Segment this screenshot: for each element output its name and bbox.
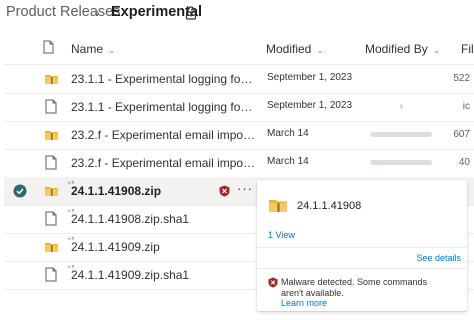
file-size: 522 <box>453 73 470 84</box>
file-icon <box>45 211 57 226</box>
modified-date: March 14 <box>267 128 309 139</box>
table-row[interactable]: 23.2.f - Experimental email import for 2… <box>4 121 474 150</box>
malware-shield-icon <box>268 277 278 288</box>
table-row[interactable]: 23.1.1 - Experimental logging for 27916.… <box>4 93 474 122</box>
file-hover-card: 24.1.1.41908 1 View See details Malware … <box>257 180 467 311</box>
modified-by-redacted <box>370 160 432 165</box>
card-title: 24.1.1.41908 <box>297 200 362 212</box>
file-name[interactable]: 23.1.1 - Experimental logging for 27916.… <box>71 100 256 114</box>
card-divider <box>257 268 467 269</box>
column-header-file-size[interactable]: Fil <box>461 42 474 56</box>
column-header-modified[interactable]: Modified ⌄ <box>266 42 324 56</box>
lock-icon <box>185 6 197 20</box>
table-row[interactable]: 23.2.f - Experimental email import for 2… <box>4 149 474 178</box>
malware-warning-text: Malware detected. Some commands aren't a… <box>281 277 428 298</box>
view-count-link[interactable]: 1 View <box>268 230 295 240</box>
file-name[interactable]: 24.1.1.41908.zip.sha1 <box>71 212 189 226</box>
file-size: ic <box>462 101 470 112</box>
file-name[interactable]: 24.1.1.41908.zip <box>71 184 161 198</box>
modified-by-redacted <box>370 132 432 137</box>
column-header-modified-by[interactable]: Modified By ⌄ <box>365 42 440 56</box>
modified-date: March 14 <box>267 156 309 167</box>
column-header-name[interactable]: Name ⌄ <box>71 42 116 56</box>
breadcrumb-separator: › <box>95 4 100 20</box>
file-name[interactable]: 23.2.f - Experimental email import for 2… <box>71 156 256 170</box>
malware-shield-icon[interactable] <box>219 185 230 197</box>
learn-more-link[interactable]: Learn more <box>281 298 327 308</box>
zip-folder-icon <box>45 187 58 196</box>
modified-date: September 1, 2023 <box>267 72 353 83</box>
breadcrumb-parent[interactable]: Product Releases <box>6 4 120 20</box>
table-row[interactable]: 23.1.1 - Experimental logging for 27916.… <box>4 65 474 94</box>
zip-folder-icon <box>269 200 287 212</box>
file-size: 607 <box>453 129 470 140</box>
zip-folder-icon <box>45 243 58 252</box>
checkmark-circle-icon[interactable] <box>13 184 27 198</box>
card-divider <box>257 247 467 248</box>
file-name[interactable]: 23.1.1 - Experimental logging for 27916.… <box>71 72 256 86</box>
zip-folder-icon <box>45 131 58 140</box>
zip-folder-icon <box>45 75 58 84</box>
file-type-header-icon[interactable] <box>43 40 54 54</box>
file-name[interactable]: 24.1.1.41909.zip.sha1 <box>71 268 189 282</box>
file-size: 40 <box>458 157 470 168</box>
file-icon <box>45 267 57 282</box>
more-actions-icon[interactable]: ··· <box>237 181 253 196</box>
modified-date: September 1, 2023 <box>267 100 353 111</box>
file-name[interactable]: 24.1.1.41909.zip <box>71 240 160 254</box>
file-icon <box>45 155 57 170</box>
see-details-link[interactable]: See details <box>416 253 461 263</box>
file-name[interactable]: 23.2.f - Experimental email import for 2… <box>71 128 256 142</box>
file-icon <box>45 99 57 114</box>
modified-by-redacted <box>400 104 403 109</box>
